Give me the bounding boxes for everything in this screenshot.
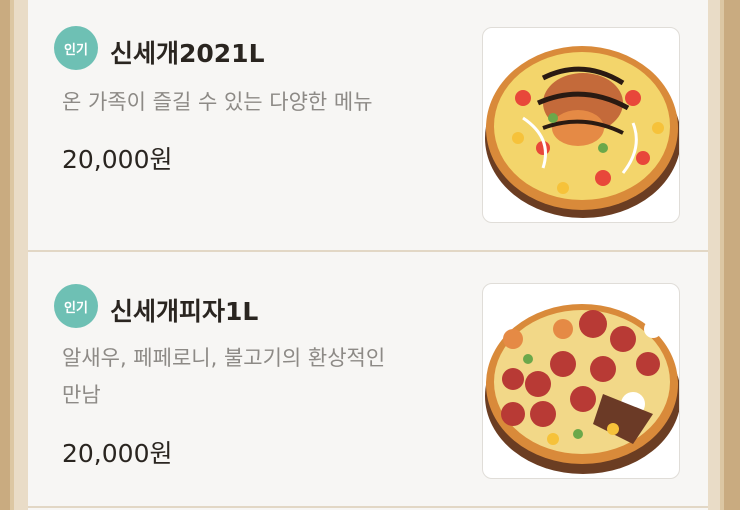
pizza-pepperoni-icon	[482, 283, 680, 479]
pizza-seafood-icon	[482, 27, 680, 223]
item-description: 알새우, 페페로니, 불고기의 환상적인	[62, 346, 386, 370]
item-name: 신세개2021L	[110, 39, 265, 68]
item-price: 20,000원	[62, 439, 173, 468]
item-divider	[28, 506, 708, 508]
item-name: 신세개피자1L	[110, 297, 259, 326]
item-price: 20,000원	[62, 145, 173, 174]
item-description: 온 가족이 즐길 수 있는 다양한 메뉴	[62, 90, 373, 114]
item-description: 만남	[62, 383, 101, 407]
item-divider	[28, 250, 708, 252]
popular-badge: 인기	[54, 26, 98, 70]
popular-badge: 인기	[54, 284, 98, 328]
